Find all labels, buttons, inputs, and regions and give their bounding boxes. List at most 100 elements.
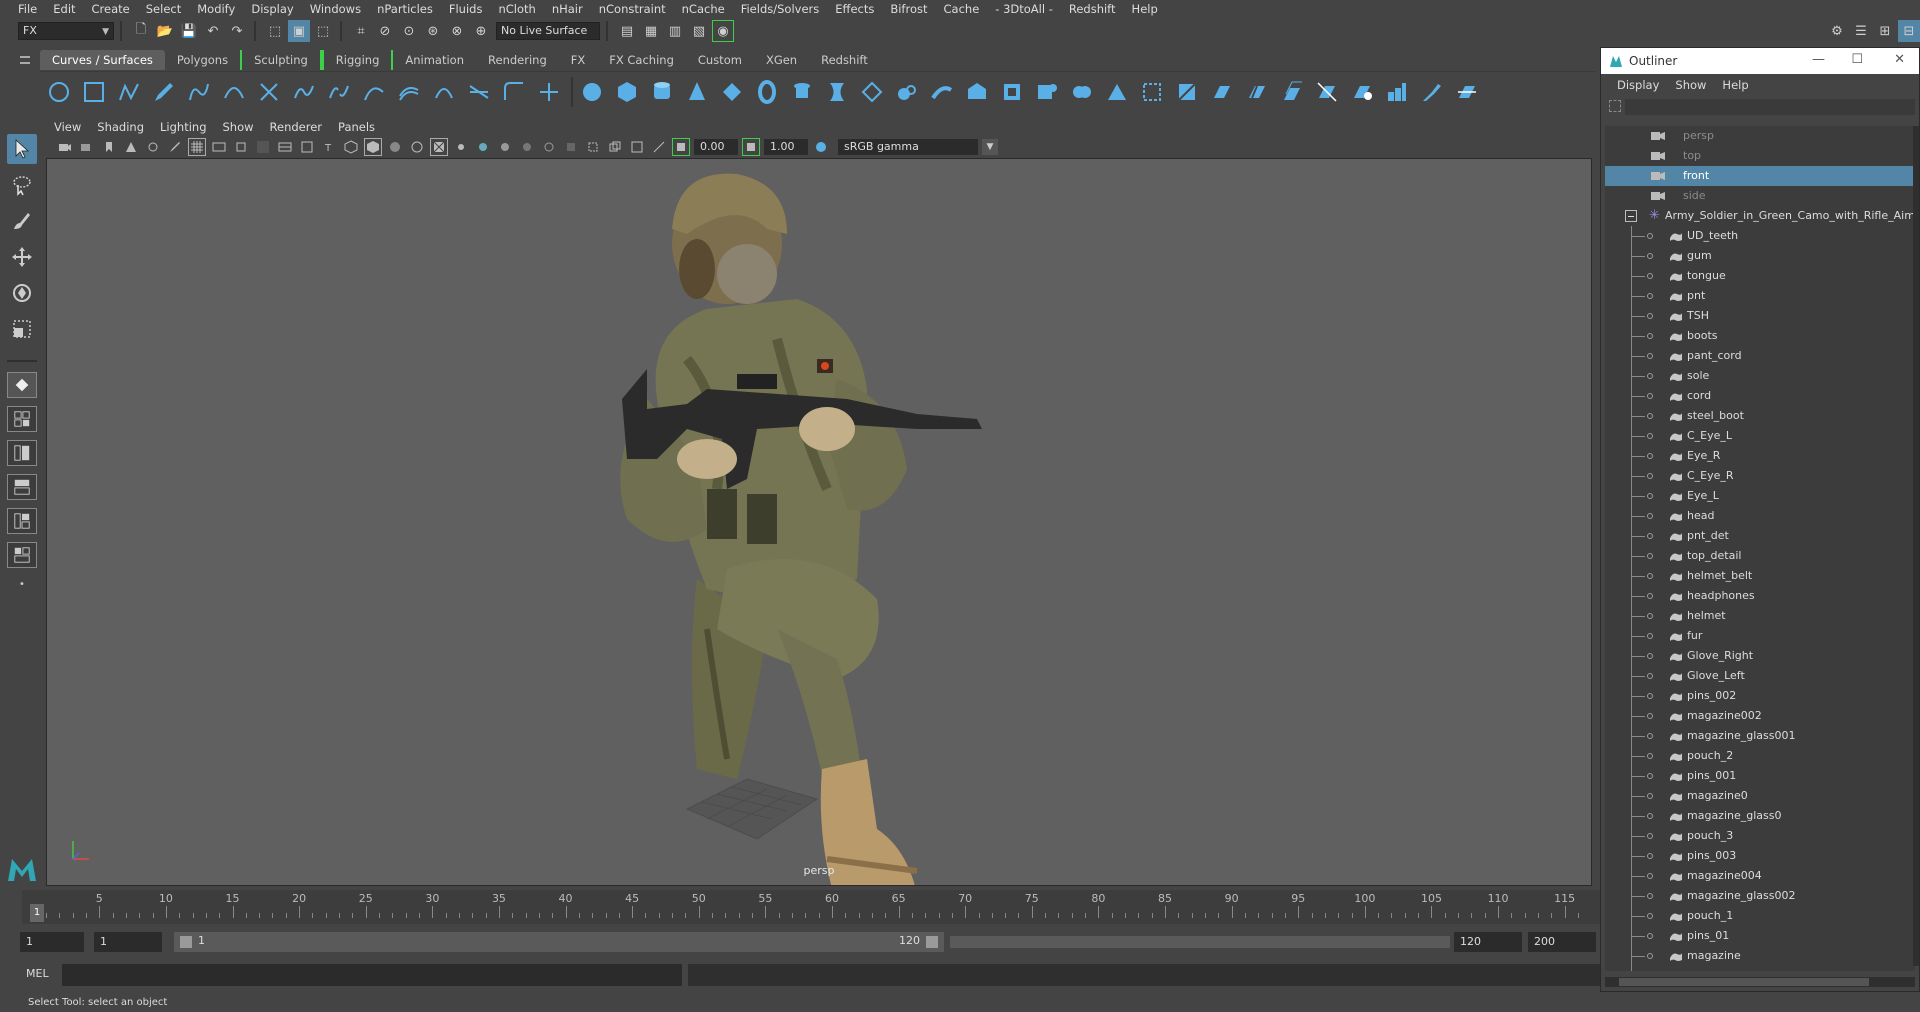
modeling-toolkit-icon[interactable]: ⚙ [1826,20,1848,42]
menu-bifrost[interactable]: Bifrost [882,0,935,18]
playback-start-field[interactable]: 1 [94,932,162,952]
outliner-item-glove-right[interactable]: Glove_Right [1605,646,1915,666]
detach-curve-icon[interactable] [326,79,352,105]
outliner-item-c-eye-r[interactable]: C_Eye_R [1605,466,1915,486]
screen-space-ao-icon[interactable] [496,138,514,156]
resolution-gate-icon[interactable] [232,138,250,156]
redo-icon[interactable]: ↷ [226,20,248,42]
animation-start-field[interactable]: 1 [20,932,84,952]
nurbs-sphere-icon[interactable] [579,79,605,105]
collapse-icon[interactable] [1625,210,1637,222]
outliner-item-magazine-glass001[interactable]: magazine_glass001 [1605,726,1915,746]
lasso-tool-button[interactable] [7,170,37,200]
depth-of-field-icon[interactable] [562,138,580,156]
nurbs-cone-icon[interactable] [684,79,710,105]
menu-ncache[interactable]: nCache [674,0,733,18]
snap-point-icon[interactable]: ⊙ [398,20,420,42]
nurbs-cube-icon[interactable] [614,79,640,105]
outliner-item-magazine004[interactable]: magazine004 [1605,866,1915,886]
film-gate-icon[interactable] [210,138,228,156]
insert-isoparm-icon[interactable] [1244,79,1270,105]
menu-create[interactable]: Create [84,0,138,18]
outliner-item-pouch-1[interactable]: pouch_1 [1605,906,1915,926]
select-tool-button[interactable] [7,134,37,164]
outliner-item-c-eye-l[interactable]: C_Eye_L [1605,426,1915,446]
rebuild-curve-icon[interactable] [466,79,492,105]
time-slider[interactable]: 1 5 10 15 20 25 30 35 40 45 50 55 60 65 70 75 80 85 90 95 1… [22,890,1600,924]
menu-ncloth[interactable]: nCloth [490,0,543,18]
outliner-camera-top[interactable]: top [1605,146,1915,166]
attribute-editor-icon[interactable]: ☰ [1850,20,1872,42]
nurbs-plane-icon[interactable] [719,79,745,105]
move-tool-button[interactable] [7,242,37,272]
outliner-horizontal-scrollbar[interactable] [1605,977,1915,987]
outliner-item-magazine-glass[interactable]: magazine_glass [1605,966,1915,971]
camera-icon[interactable] [56,138,74,156]
round-tool-icon[interactable] [1349,79,1375,105]
insert-knot-icon[interactable] [536,79,562,105]
outliner-item-head[interactable]: head [1605,506,1915,526]
rebuild-surface-icon[interactable] [1314,79,1340,105]
outliner-item-helmet-belt[interactable]: helmet_belt [1605,566,1915,586]
outliner-menu-help[interactable]: Help [1714,78,1756,92]
menu-select[interactable]: Select [138,0,189,18]
viewport-menu-view[interactable]: View [46,120,89,134]
shelf-tab-xgen[interactable]: XGen [753,50,810,70]
grid-toggle-icon[interactable] [188,138,206,156]
default-material-icon[interactable] [386,138,404,156]
snap-projected-icon[interactable]: ⊛ [422,20,444,42]
perspective-viewport[interactable]: persp [46,158,1592,886]
shadows-icon[interactable] [474,138,492,156]
nurbs-square-icon[interactable] [81,79,107,105]
four-view-layout-button[interactable] [7,406,37,432]
outliner-item-pins-003[interactable]: pins_003 [1605,846,1915,866]
outliner-item-magazine0[interactable]: magazine0 [1605,786,1915,806]
outliner-menu-show[interactable]: Show [1667,78,1714,92]
bezier-curve-icon[interactable] [221,79,247,105]
outliner-menu-display[interactable]: Display [1609,78,1667,92]
viewport-menu-panels[interactable]: Panels [330,120,383,134]
sculpt-geometry-icon[interactable] [1454,79,1480,105]
select-component-icon[interactable]: ⬚ [312,20,334,42]
paint-select-tool-button[interactable] [7,206,37,236]
range-end-handle[interactable] [926,936,938,948]
2d-pan-zoom-icon[interactable] [144,138,162,156]
current-frame-marker[interactable]: 1 [30,904,44,922]
outliner-item-magazine[interactable]: magazine [1605,946,1915,966]
nurbs-torus-icon[interactable] [754,79,780,105]
ipr-render-icon[interactable]: ▥ [664,20,686,42]
persp-graph-layout-button[interactable] [7,474,37,500]
bookmark-icon[interactable] [100,138,118,156]
outliner-item-fur[interactable]: fur [1605,626,1915,646]
viewport-menu-shading[interactable]: Shading [89,120,152,134]
outliner-search-input[interactable] [1625,99,1915,115]
ep-curve-icon[interactable] [116,79,142,105]
script-language-button[interactable]: MEL [26,967,49,980]
xray-components-icon[interactable] [650,138,668,156]
tool-settings-icon[interactable]: ⊞ [1874,20,1896,42]
rotate-tool-button[interactable] [7,278,37,308]
pencil-curve-icon[interactable] [151,79,177,105]
hypershade-icon[interactable]: ◉ [712,20,734,42]
gamma-icon[interactable] [742,138,760,156]
menu-modify[interactable]: Modify [189,0,243,18]
maximize-icon[interactable]: ☐ [1851,52,1863,67]
outliner-item-top-detail[interactable]: top_detail [1605,546,1915,566]
color-management-icon[interactable] [812,138,830,156]
minimize-icon[interactable]: — [1812,52,1825,67]
snap-view-plane-icon[interactable]: ⊗ [446,20,468,42]
shelf-tab-polygons[interactable]: Polygons [164,50,241,70]
command-input[interactable] [62,964,682,986]
menu-edit[interactable]: Edit [45,0,83,18]
menu-help[interactable]: Help [1124,0,1166,18]
loft-icon[interactable] [824,79,850,105]
surface-fillet-icon[interactable] [1384,79,1410,105]
select-hierarchy-icon[interactable]: ⬚ [264,20,286,42]
gate-mask-icon[interactable] [254,138,272,156]
range-start-handle[interactable] [180,936,192,948]
outliner-item-cord[interactable]: cord [1605,386,1915,406]
outliner-item-pant-cord[interactable]: pant_cord [1605,346,1915,366]
shelf-tab-sculpting[interactable]: Sculpting [240,50,322,70]
menu-set-dropdown[interactable]: FX ▼ [18,22,114,40]
trim-tool-icon[interactable] [1139,79,1165,105]
